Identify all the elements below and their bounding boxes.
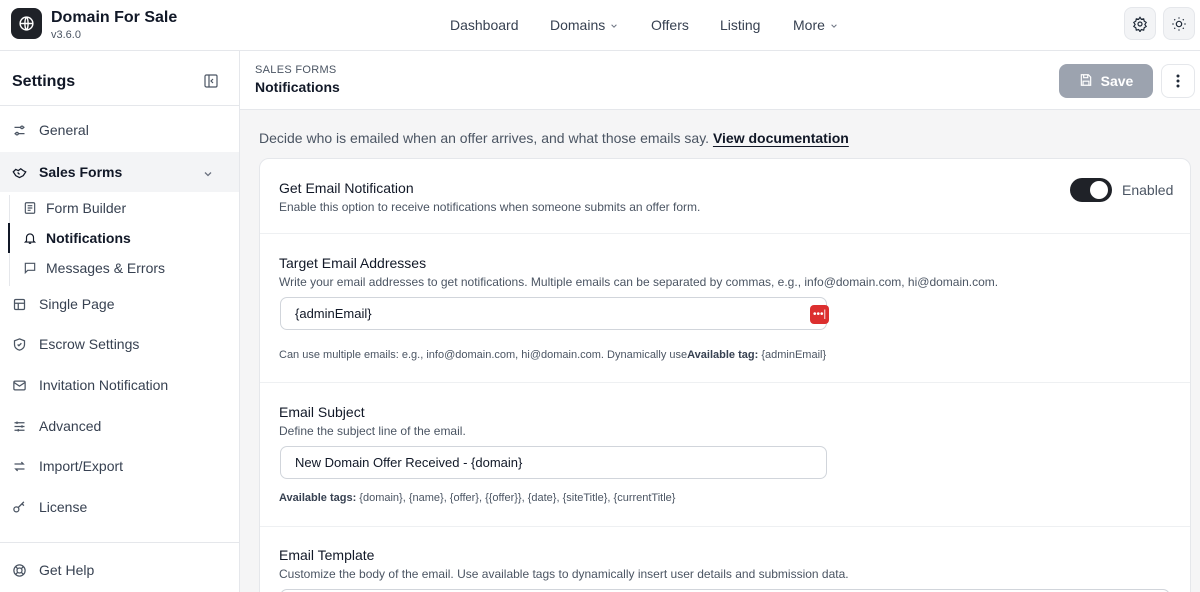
hint-tags: {adminEmail} [761,349,827,361]
sidebar-item-label: Get Help [39,562,95,578]
toggle-label: Enabled [1122,182,1174,198]
divider [260,233,1190,234]
page-header: SALES FORMS Notifications Save [240,51,1200,110]
save-button[interactable]: Save [1059,64,1153,98]
chevron-down-icon [203,166,213,182]
handshake-icon [12,165,27,180]
email-subject-input[interactable]: New Domain Offer Received - {domain} [280,446,827,479]
nav-label: Dashboard [450,17,519,33]
email-subject-value: New Domain Offer Received - {domain} [295,455,523,470]
app-version: v3.6.0 [51,29,81,41]
divider [260,526,1190,527]
sidebar-item-label: Import/Export [39,458,124,474]
sidebar-item-label: Advanced [39,418,102,434]
sidebar-item-label: Single Page [39,296,115,312]
email-subject-desc: Define the subject line of the email. [279,424,466,438]
target-emails-value: {adminEmail} [295,306,372,321]
sidebar-subitem-notifications[interactable]: Notifications [9,223,239,253]
sidebar-item-label: Invitation Notification [39,377,169,393]
more-options-icon[interactable] [1161,64,1195,98]
sidebar-subitem-label: Messages & Errors [46,260,166,276]
sidebar-subitem-messages[interactable]: Messages & Errors [9,253,239,283]
nav-listing[interactable]: Listing [720,0,760,50]
sidebar-item-license[interactable]: License [0,487,239,527]
target-emails-title: Target Email Addresses [279,255,427,271]
sidebar-subitem-label: Notifications [46,230,131,246]
sidebar-item-import-export[interactable]: Import/Export [0,446,239,486]
divider [260,382,1190,383]
save-label: Save [1100,73,1134,89]
divider [0,542,239,543]
nav-offers[interactable]: Offers [651,0,689,50]
email-notification-desc: Enable this option to receive notificati… [279,200,701,214]
breadcrumb[interactable]: SALES FORMS [255,64,337,76]
message-icon [23,261,37,275]
sidebar-item-help[interactable]: Get Help [0,550,239,590]
email-subject-hint: Available tags: {domain}, {name}, {offer… [279,492,675,504]
nav-label: Domains [550,17,606,33]
sun-icon[interactable] [1163,7,1195,40]
hint-text: Can use multiple emails: e.g., info@doma… [279,349,688,361]
hint-label: Available tag: [687,349,759,361]
sidebar-item-label: Sales Forms [39,164,123,180]
arrows-icon [12,459,27,474]
hint-tags: {domain}, {name}, {offer}, {{offer}}, {d… [359,492,676,504]
nav-domains[interactable]: Domains [550,0,618,50]
sliders-icon [12,123,27,138]
email-notification-toggle[interactable] [1070,178,1112,202]
sidebar-collapse-icon[interactable] [203,73,219,89]
layout-icon [12,297,27,312]
chevron-down-icon [830,17,838,33]
intro-description: Decide who is emailed when an offer arri… [259,130,710,146]
documentation-link[interactable]: View documentation [713,130,849,146]
target-emails-desc: Write your email addresses to get notifi… [279,275,999,289]
sidebar-item-general[interactable]: General [0,110,239,150]
toggle-knob [1090,181,1108,199]
email-template-title: Email Template [279,547,375,563]
sidebar-item-single-page[interactable]: Single Page [0,284,239,324]
page-title: Notifications [255,79,340,95]
email-notification-title: Get Email Notification [279,180,414,196]
sidebar-item-invitation[interactable]: Invitation Notification [0,365,239,405]
globe-icon[interactable] [11,8,42,39]
sidebar: Settings General Sales Forms Form Builde… [0,51,240,592]
form-icon [23,201,37,215]
gear-icon[interactable] [1124,7,1156,40]
adjustments-icon [12,419,27,434]
target-emails-input[interactable]: {adminEmail} •••| [280,297,829,330]
email-subject-title: Email Subject [279,404,365,420]
nav-more[interactable]: More [793,0,838,50]
email-template-desc: Customize the body of the email. Use ava… [279,567,849,581]
password-manager-icon[interactable]: •••| [810,305,829,324]
nav-dashboard[interactable]: Dashboard [450,0,519,50]
app-title: Domain For Sale [51,9,178,26]
sidebar-item-label: Escrow Settings [39,336,140,352]
nav-label: Offers [651,17,689,33]
nav-label: Listing [720,17,761,33]
hint-label: Available tags: [279,492,357,504]
sidebar-item-escrow[interactable]: Escrow Settings [0,324,239,364]
top-bar: Domain For Sale v3.6.0 Dashboard Domains… [0,0,1200,51]
sidebar-item-label: General [39,122,89,138]
sidebar-item-advanced[interactable]: Advanced [0,406,239,446]
sidebar-item-label: License [39,499,88,515]
chevron-down-icon [610,17,618,33]
intro-text: Decide who is emailed when an offer arri… [259,130,849,146]
save-icon [1079,73,1093,90]
sidebar-title: Settings [12,73,76,90]
settings-card: Get Email Notification Enable this optio… [259,158,1191,592]
divider [0,105,239,106]
nav-label: More [793,17,825,33]
key-icon [12,500,27,515]
sidebar-subitem-form-builder[interactable]: Form Builder [9,193,239,223]
target-emails-hint: Can use multiple emails: e.g., info@doma… [279,349,826,361]
bell-icon [23,231,37,245]
sidebar-item-sales-forms[interactable]: Sales Forms [0,152,239,192]
sidebar-subitem-label: Form Builder [46,200,127,216]
shield-icon [12,337,27,352]
lifebuoy-icon [12,563,27,578]
mail-icon [12,378,27,393]
